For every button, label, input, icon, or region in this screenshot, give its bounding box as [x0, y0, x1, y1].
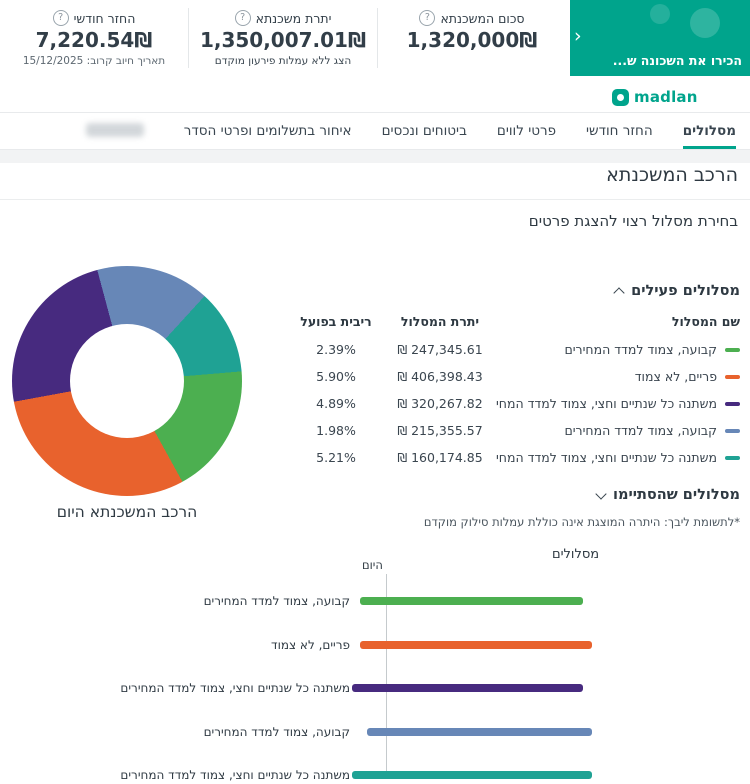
- tab-insurance-assets[interactable]: ביטוחים ונכסים: [382, 113, 467, 149]
- track-name: פריים, לא צמוד: [634, 369, 717, 384]
- track-balance: ₪ 215,355.57: [397, 423, 483, 438]
- timeline-row-label: קבועה, צמוד למדד המחירים: [203, 594, 350, 608]
- section-divider: [0, 150, 750, 163]
- timeline-title: מסלולים: [552, 547, 600, 562]
- timeline-row: קבועה, צמוד למדד המחירים: [0, 594, 750, 610]
- madlan-logo[interactable]: madlan: [612, 88, 698, 106]
- active-tracks-toggle[interactable]: מסלולים פעילים: [288, 283, 740, 299]
- track-balance: ₪ 160,174.85: [397, 450, 483, 465]
- balance-note: *לתשומת ליבך: היתרה המוצגת אינה כוללת עמ…: [423, 515, 740, 529]
- track-rate: 5.21%: [316, 450, 356, 465]
- track-color-marker: [725, 428, 740, 433]
- timeline-row-label: קבועה, צמוד למדד המחירים: [203, 725, 350, 739]
- banner-illustration: [690, 8, 720, 38]
- chevron-up-icon: [613, 287, 625, 299]
- timeline-bar[interactable]: [367, 728, 592, 736]
- mortgage-donut[interactable]: [12, 266, 242, 496]
- finished-tracks-title: מסלולים שהסתיימו: [612, 487, 740, 503]
- chevron-left-icon[interactable]: ‹: [574, 26, 582, 46]
- track-rate: 2.39%: [316, 342, 356, 357]
- timeline-today-label: היום: [362, 558, 383, 572]
- neighborhood-promo-banner[interactable]: ‹ הכירו את השכונה ש...: [570, 0, 750, 76]
- track-row[interactable]: קבועה, צמוד למדד המחירים ₪ 247,345.61 2.…: [288, 336, 740, 363]
- banner-text: הכירו את השכונה ש...: [612, 53, 742, 68]
- col-track-rate: ריבית בפועל: [300, 314, 372, 329]
- divider: [0, 199, 750, 200]
- tab-tracks[interactable]: מסלולים: [683, 113, 736, 149]
- track-name: משתנה כל שנתיים וחצי, צמוד למדד המחירים: [496, 396, 717, 411]
- banner-illustration: [650, 4, 670, 24]
- track-color-marker: [725, 401, 740, 406]
- track-name: משתנה כל שנתיים וחצי, צמוד למדד המחירים: [496, 450, 717, 465]
- track-rate: 1.98%: [316, 423, 356, 438]
- donut-chart-wrap: [12, 266, 242, 496]
- help-icon[interactable]: ?: [52, 10, 69, 26]
- stats-header: סכום המשכנתא ? 1,320,000₪ יתרת משכנתא ? …: [0, 0, 566, 76]
- stat-value: 1,320,000₪: [406, 28, 538, 52]
- track-balance: ₪ 406,398.43: [397, 369, 483, 384]
- track-row[interactable]: משתנה כל שנתיים וחצי, צמוד למדד המחירים …: [288, 444, 740, 471]
- redacted-text: [86, 123, 144, 137]
- track-row[interactable]: משתנה כל שנתיים וחצי, צמוד למדד המחירים …: [288, 390, 740, 417]
- donut-caption: הרכב המשכנתא היום: [56, 503, 198, 521]
- madlan-logo-text: madlan: [634, 88, 698, 106]
- help-icon[interactable]: ?: [234, 10, 251, 26]
- finished-tracks-toggle[interactable]: מסלולים שהסתיימו: [288, 487, 740, 503]
- stat-mortgage-sum: סכום המשכנתא ? 1,320,000₪: [378, 8, 566, 68]
- madlan-logo-icon: [612, 88, 629, 106]
- stat-label: החזר חודשי: [73, 10, 136, 26]
- timeline-row: פריים, לא צמוד: [0, 638, 750, 654]
- active-tracks-title: מסלולים פעילים: [631, 283, 740, 299]
- tab-monthly-payment[interactable]: החזר חודשי: [586, 113, 653, 149]
- tab-borrower-details[interactable]: פרטי לווים: [497, 113, 556, 149]
- track-balance: ₪ 247,345.61: [397, 342, 483, 357]
- track-color-marker: [725, 347, 740, 352]
- stat-monthly-payment: החזר חודשי ? 7,220.54₪ תאריך חיוב קרוב: …: [0, 8, 189, 68]
- timeline-row: משתנה כל שנתיים וחצי, צמוד למדד המחירים: [0, 768, 750, 784]
- tracks-panel: מסלולים פעילים שם המסלול יתרת המסלול ריב…: [288, 283, 740, 529]
- track-row[interactable]: פריים, לא צמוד ₪ 406,398.43 5.90%: [288, 363, 740, 390]
- stat-label: סכום המשכנתא: [440, 10, 525, 26]
- track-rate: 5.90%: [316, 369, 356, 384]
- timeline-bar[interactable]: [352, 684, 583, 692]
- col-track-name: שם המסלול: [671, 314, 740, 329]
- timeline-row: קבועה, צמוד למדד המחירים: [0, 725, 750, 741]
- stat-label: יתרת משכנתא: [255, 10, 332, 26]
- track-rate: 4.89%: [316, 396, 356, 411]
- chevron-down-icon: [595, 487, 607, 500]
- col-track-balance: יתרת המסלול: [400, 314, 480, 329]
- timeline-bar[interactable]: [360, 641, 592, 649]
- timeline-row-label: משתנה כל שנתיים וחצי, צמוד למדד המחירים: [120, 681, 350, 695]
- timeline-bar[interactable]: [360, 597, 583, 605]
- track-row[interactable]: קבועה, צמוד למדד המחירים ₪ 215,355.57 1.…: [288, 417, 740, 444]
- page-subtitle: בחירת מסלול רצוי להצגת פרטים: [528, 212, 738, 230]
- stat-value: 7,220.54₪: [35, 28, 153, 52]
- track-name: קבועה, צמוד למדד המחירים: [564, 423, 717, 438]
- stat-value: 1,350,007.01₪: [199, 28, 367, 52]
- timeline-row-label: פריים, לא צמוד: [271, 638, 350, 652]
- track-color-marker: [725, 374, 740, 379]
- tracks-table-header: שם המסלול יתרת המסלול ריבית בפועל: [288, 314, 740, 336]
- stat-mortgage-balance: יתרת משכנתא ? 1,350,007.01₪ הצג ללא עמלו…: [189, 8, 378, 68]
- track-name: קבועה, צמוד למדד המחירים: [564, 342, 717, 357]
- timeline-row: משתנה כל שנתיים וחצי, צמוד למדד המחירים: [0, 681, 750, 697]
- timeline-row-label: משתנה כל שנתיים וחצי, צמוד למדד המחירים: [120, 768, 350, 782]
- tab-late-payments[interactable]: איחור בתשלומים ופרטי הסדר: [184, 113, 352, 149]
- next-charge-date: תאריך חיוב קרוב: 15/12/2025: [22, 55, 166, 67]
- page-title: הרכב המשכנתא: [606, 164, 738, 186]
- help-icon[interactable]: ?: [419, 10, 436, 26]
- track-color-marker: [725, 455, 740, 460]
- show-without-fees-link[interactable]: הצג ללא עמלות פירעון מוקדם: [189, 55, 377, 67]
- track-balance: ₪ 320,267.82: [397, 396, 483, 411]
